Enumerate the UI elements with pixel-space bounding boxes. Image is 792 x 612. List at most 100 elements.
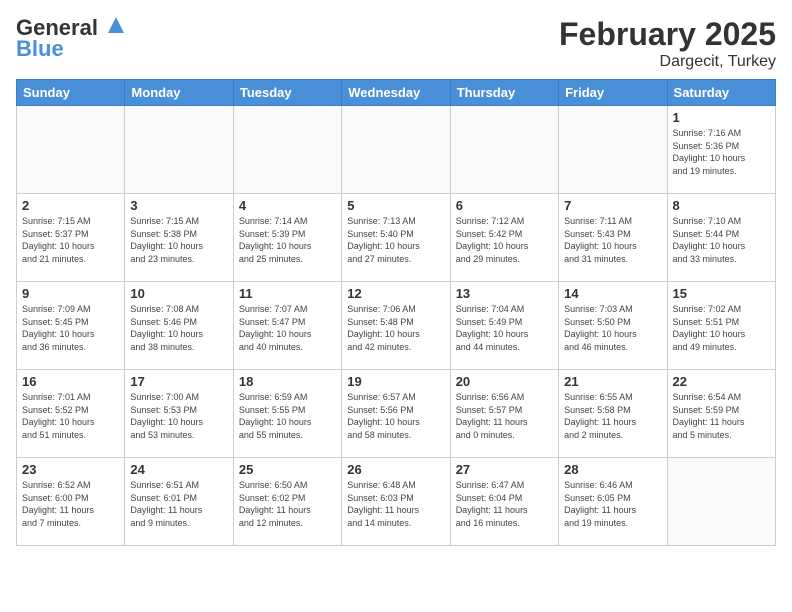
day-info: Sunrise: 7:04 AM Sunset: 5:49 PM Dayligh…: [456, 303, 553, 353]
week-row: 23 Sunrise: 6:52 AM Sunset: 6:00 PM Dayli…: [17, 458, 776, 546]
calendar-cell: 5 Sunrise: 7:13 AM Sunset: 5:40 PM Daylig…: [342, 194, 450, 282]
day-info: Sunrise: 7:14 AM Sunset: 5:39 PM Dayligh…: [239, 215, 336, 265]
day-info: Sunrise: 7:09 AM Sunset: 5:45 PM Dayligh…: [22, 303, 119, 353]
day-number: 20: [456, 374, 553, 389]
day-number: 16: [22, 374, 119, 389]
calendar-cell: 27 Sunrise: 6:47 AM Sunset: 6:04 PM Dayli…: [450, 458, 558, 546]
calendar-subtitle: Dargecit, Turkey: [559, 53, 776, 71]
day-number: 5: [347, 198, 444, 213]
day-number: 25: [239, 462, 336, 477]
calendar-weekday-header: Tuesday: [233, 80, 341, 106]
calendar-cell: 3 Sunrise: 7:15 AM Sunset: 5:38 PM Daylig…: [125, 194, 233, 282]
day-info: Sunrise: 6:57 AM Sunset: 5:56 PM Dayligh…: [347, 391, 444, 441]
day-info: Sunrise: 6:52 AM Sunset: 6:00 PM Dayligh…: [22, 479, 119, 529]
day-number: 19: [347, 374, 444, 389]
day-info: Sunrise: 6:48 AM Sunset: 6:03 PM Dayligh…: [347, 479, 444, 529]
calendar-cell: [667, 458, 775, 546]
calendar-cell: 10 Sunrise: 7:08 AM Sunset: 5:46 PM Dayli…: [125, 282, 233, 370]
day-number: 2: [22, 198, 119, 213]
day-info: Sunrise: 7:02 AM Sunset: 5:51 PM Dayligh…: [673, 303, 770, 353]
calendar-cell: 14 Sunrise: 7:03 AM Sunset: 5:50 PM Dayli…: [559, 282, 667, 370]
day-info: Sunrise: 6:51 AM Sunset: 6:01 PM Dayligh…: [130, 479, 227, 529]
calendar-weekday-header: Wednesday: [342, 80, 450, 106]
calendar-cell: [559, 106, 667, 194]
day-info: Sunrise: 6:59 AM Sunset: 5:55 PM Dayligh…: [239, 391, 336, 441]
calendar-cell: [17, 106, 125, 194]
calendar-cell: 21 Sunrise: 6:55 AM Sunset: 5:58 PM Dayli…: [559, 370, 667, 458]
day-number: 11: [239, 286, 336, 301]
day-number: 24: [130, 462, 227, 477]
calendar-cell: [233, 106, 341, 194]
day-number: 14: [564, 286, 661, 301]
calendar-cell: 9 Sunrise: 7:09 AM Sunset: 5:45 PM Daylig…: [17, 282, 125, 370]
day-number: 27: [456, 462, 553, 477]
day-info: Sunrise: 6:54 AM Sunset: 5:59 PM Dayligh…: [673, 391, 770, 441]
week-row: 1 Sunrise: 7:16 AM Sunset: 5:36 PM Daylig…: [17, 106, 776, 194]
day-info: Sunrise: 7:03 AM Sunset: 5:50 PM Dayligh…: [564, 303, 661, 353]
calendar-cell: 4 Sunrise: 7:14 AM Sunset: 5:39 PM Daylig…: [233, 194, 341, 282]
day-info: Sunrise: 7:07 AM Sunset: 5:47 PM Dayligh…: [239, 303, 336, 353]
calendar-cell: 23 Sunrise: 6:52 AM Sunset: 6:00 PM Dayli…: [17, 458, 125, 546]
calendar-cell: 6 Sunrise: 7:12 AM Sunset: 5:42 PM Daylig…: [450, 194, 558, 282]
day-info: Sunrise: 7:13 AM Sunset: 5:40 PM Dayligh…: [347, 215, 444, 265]
day-info: Sunrise: 6:56 AM Sunset: 5:57 PM Dayligh…: [456, 391, 553, 441]
calendar-cell: 8Sunrise: 7:10 AM Sunset: 5:44 PM Daylig…: [667, 194, 775, 282]
calendar-weekday-header: Monday: [125, 80, 233, 106]
calendar-header-row: SundayMondayTuesdayWednesdayThursdayFrid…: [17, 80, 776, 106]
calendar-cell: 19 Sunrise: 6:57 AM Sunset: 5:56 PM Dayli…: [342, 370, 450, 458]
calendar-cell: 20 Sunrise: 6:56 AM Sunset: 5:57 PM Dayli…: [450, 370, 558, 458]
calendar-cell: 25 Sunrise: 6:50 AM Sunset: 6:02 PM Dayli…: [233, 458, 341, 546]
calendar-cell: 7 Sunrise: 7:11 AM Sunset: 5:43 PM Daylig…: [559, 194, 667, 282]
day-info: Sunrise: 6:47 AM Sunset: 6:04 PM Dayligh…: [456, 479, 553, 529]
day-number: 23: [22, 462, 119, 477]
calendar-weekday-header: Friday: [559, 80, 667, 106]
calendar-cell: [125, 106, 233, 194]
day-number: 26: [347, 462, 444, 477]
day-number: 4: [239, 198, 336, 213]
title-block: February 2025 Dargecit, Turkey: [559, 16, 776, 71]
calendar-cell: 16 Sunrise: 7:01 AM Sunset: 5:52 PM Dayli…: [17, 370, 125, 458]
calendar-cell: 28 Sunrise: 6:46 AM Sunset: 6:05 PM Dayli…: [559, 458, 667, 546]
calendar-cell: 26 Sunrise: 6:48 AM Sunset: 6:03 PM Dayli…: [342, 458, 450, 546]
calendar-cell: 24 Sunrise: 6:51 AM Sunset: 6:01 PM Dayli…: [125, 458, 233, 546]
logo-icon: [106, 15, 126, 35]
calendar-cell: 2 Sunrise: 7:15 AM Sunset: 5:37 PM Daylig…: [17, 194, 125, 282]
day-info: Sunrise: 6:55 AM Sunset: 5:58 PM Dayligh…: [564, 391, 661, 441]
day-number: 1: [673, 110, 770, 125]
calendar-cell: 12Sunrise: 7:06 AM Sunset: 5:48 PM Dayli…: [342, 282, 450, 370]
day-number: 15: [673, 286, 770, 301]
calendar-cell: 11 Sunrise: 7:07 AM Sunset: 5:47 PM Dayli…: [233, 282, 341, 370]
day-number: 21: [564, 374, 661, 389]
day-number: 9: [22, 286, 119, 301]
day-number: 10: [130, 286, 227, 301]
day-info: Sunrise: 7:15 AM Sunset: 5:37 PM Dayligh…: [22, 215, 119, 265]
day-info: Sunrise: 6:50 AM Sunset: 6:02 PM Dayligh…: [239, 479, 336, 529]
day-number: 6: [456, 198, 553, 213]
calendar-title: February 2025: [559, 16, 776, 53]
day-number: 22: [673, 374, 770, 389]
calendar-weekday-header: Sunday: [17, 80, 125, 106]
day-info: Sunrise: 7:08 AM Sunset: 5:46 PM Dayligh…: [130, 303, 227, 353]
day-info: Sunrise: 7:15 AM Sunset: 5:38 PM Dayligh…: [130, 215, 227, 265]
day-info: Sunrise: 7:11 AM Sunset: 5:43 PM Dayligh…: [564, 215, 661, 265]
day-number: 13: [456, 286, 553, 301]
day-number: 3: [130, 198, 227, 213]
day-number: 8: [673, 198, 770, 213]
day-number: 7: [564, 198, 661, 213]
logo: General Blue: [16, 16, 126, 62]
day-info: Sunrise: 7:16 AM Sunset: 5:36 PM Dayligh…: [673, 127, 770, 177]
day-info: Sunrise: 7:00 AM Sunset: 5:53 PM Dayligh…: [130, 391, 227, 441]
calendar-weekday-header: Saturday: [667, 80, 775, 106]
day-info: Sunrise: 7:01 AM Sunset: 5:52 PM Dayligh…: [22, 391, 119, 441]
day-info: Sunrise: 7:06 AM Sunset: 5:48 PM Dayligh…: [347, 303, 444, 353]
calendar-cell: 13 Sunrise: 7:04 AM Sunset: 5:49 PM Dayli…: [450, 282, 558, 370]
week-row: 2 Sunrise: 7:15 AM Sunset: 5:37 PM Daylig…: [17, 194, 776, 282]
page-header: General Blue February 2025 Dargecit, Tur…: [16, 16, 776, 71]
calendar-table: SundayMondayTuesdayWednesdayThursdayFrid…: [16, 79, 776, 546]
day-info: Sunrise: 7:12 AM Sunset: 5:42 PM Dayligh…: [456, 215, 553, 265]
day-number: 28: [564, 462, 661, 477]
day-info: Sunrise: 6:46 AM Sunset: 6:05 PM Dayligh…: [564, 479, 661, 529]
week-row: 9 Sunrise: 7:09 AM Sunset: 5:45 PM Daylig…: [17, 282, 776, 370]
calendar-cell: 17Sunrise: 7:00 AM Sunset: 5:53 PM Dayli…: [125, 370, 233, 458]
calendar-weekday-header: Thursday: [450, 80, 558, 106]
